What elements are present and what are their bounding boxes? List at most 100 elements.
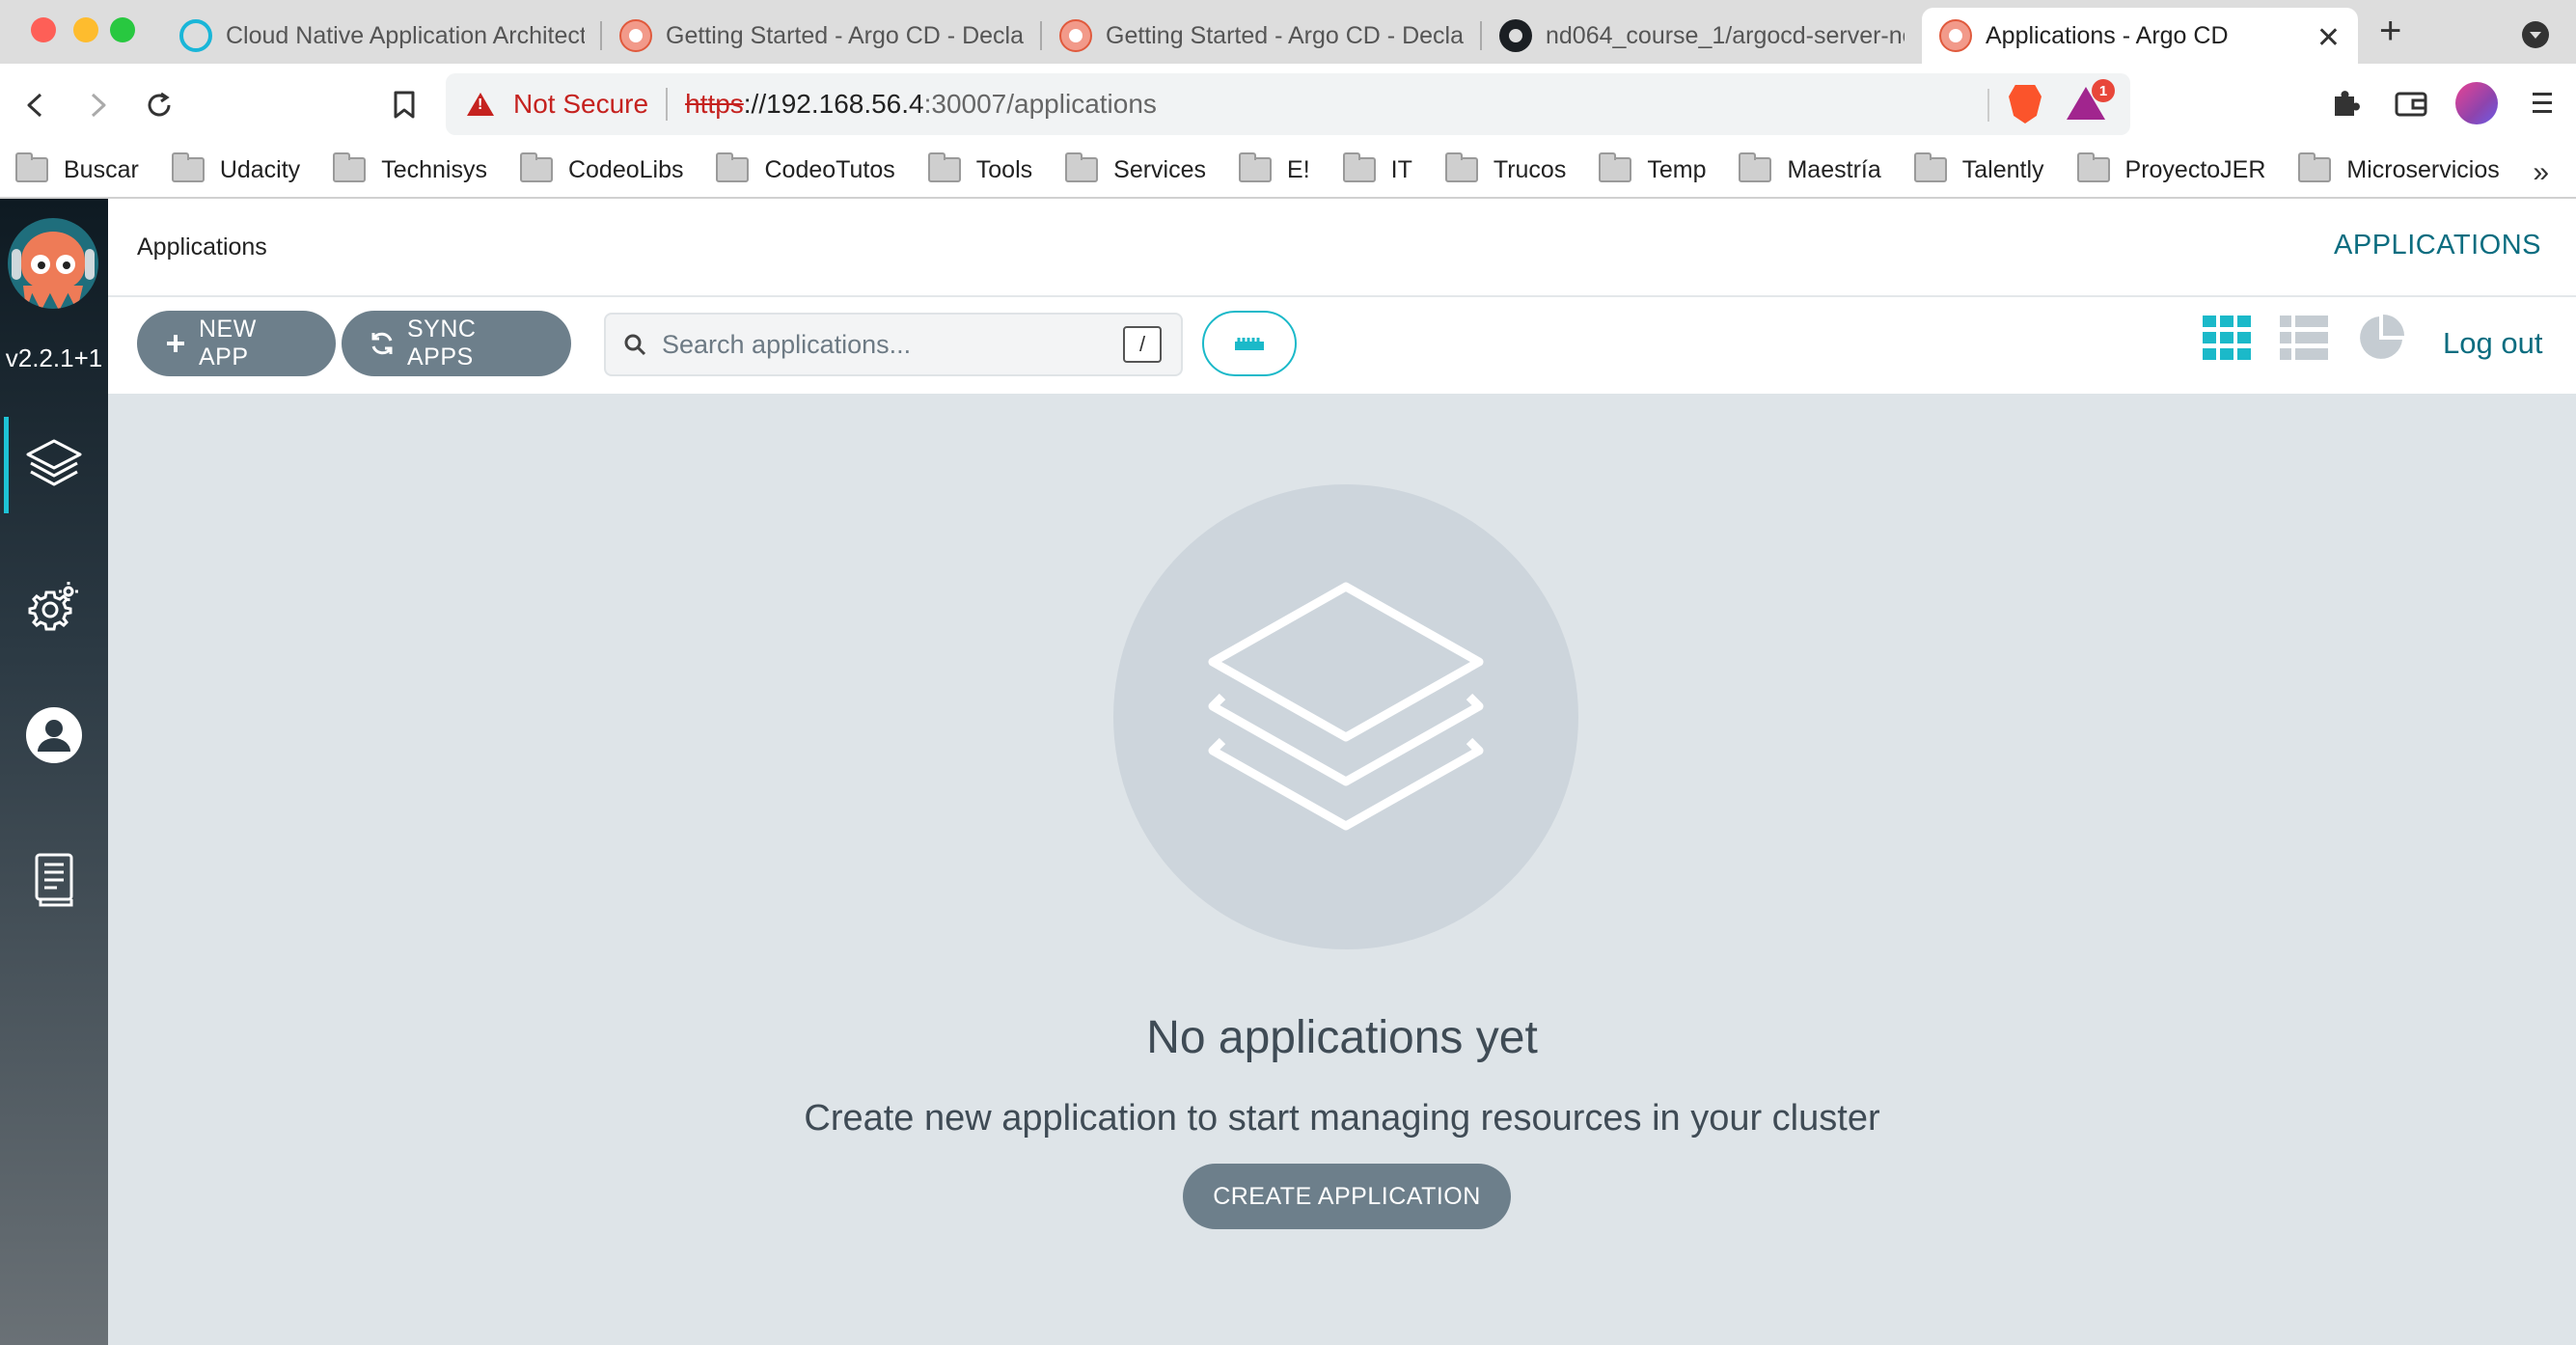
security-indicator[interactable]: Not Secure: [513, 89, 648, 120]
new-app-button[interactable]: NEW APP: [137, 311, 336, 376]
back-button[interactable]: [14, 83, 58, 127]
search-box[interactable]: /: [604, 313, 1183, 376]
bookmark-label: ProyectoJER: [2124, 155, 2266, 183]
bookmarks-overflow-button[interactable]: »: [2533, 156, 2549, 189]
address-bar[interactable]: Not Secure https://192.168.56.4:30007/ap…: [446, 73, 2130, 135]
tiles-view-button[interactable]: [2200, 311, 2254, 365]
argo-icon: [1939, 19, 1972, 52]
wallet-button[interactable]: [2389, 81, 2433, 125]
ruler-icon: [1235, 338, 1264, 350]
bookmark-folder[interactable]: Temp: [1599, 152, 1706, 184]
close-window-button[interactable]: [31, 17, 56, 42]
folder-icon: [1599, 152, 1632, 182]
bookmark-folder[interactable]: CodeoTutos: [716, 152, 895, 184]
folder-icon: [1239, 152, 1273, 182]
logout-link[interactable]: Log out: [2443, 326, 2542, 361]
folder-icon: [1065, 152, 1099, 182]
rewards-badge: 1: [2092, 79, 2115, 102]
bookmark-folder[interactable]: Udacity: [171, 152, 300, 184]
bookmark-label: Trucos: [1493, 155, 1567, 183]
url-scheme: https: [685, 89, 744, 119]
bookmark-label: E!: [1287, 155, 1310, 183]
github-icon: [1499, 19, 1532, 52]
bookmark-folder[interactable]: Microservicios: [2298, 152, 2500, 184]
brave-shields-icon[interactable]: [2009, 85, 2042, 124]
bookmark-folder[interactable]: Technisys: [333, 152, 487, 184]
bookmark-label: Services: [1113, 155, 1207, 183]
user-icon: [26, 707, 82, 763]
argo-logo[interactable]: [8, 218, 98, 309]
summary-view-button[interactable]: [2354, 311, 2408, 365]
applications-link[interactable]: APPLICATIONS: [2334, 230, 2541, 261]
zoom-window-button[interactable]: [110, 17, 135, 42]
close-tab-icon[interactable]: ✕: [2316, 21, 2341, 55]
docs-icon: [35, 853, 73, 907]
empty-state-subtitle: Create new application to start managing…: [804, 1098, 1880, 1139]
forward-icon: [91, 93, 106, 118]
bookmark-folder[interactable]: Maestría: [1739, 152, 1881, 184]
folder-icon: [716, 152, 750, 182]
folder-icon: [1739, 152, 1772, 182]
plus-icon: [164, 332, 187, 355]
minimize-window-button[interactable]: [73, 17, 98, 42]
empty-state-title: No applications yet: [1146, 1012, 1538, 1063]
bookmark-folder[interactable]: E!: [1239, 152, 1310, 184]
reload-button[interactable]: [137, 83, 181, 127]
filter-toggle-button[interactable]: [1202, 311, 1297, 376]
bookmark-label: Talently: [1961, 155, 2044, 183]
bookmark-label: Buscar: [64, 155, 139, 183]
browser-tab[interactable]: nd064_course_1/argocd-server-nodeport.ya…: [1482, 8, 1922, 64]
bookmark-folder[interactable]: Buscar: [15, 152, 139, 184]
folder-icon: [2298, 152, 2332, 182]
sidebar-item-documentation[interactable]: [0, 832, 108, 928]
extensions-button[interactable]: [2323, 81, 2368, 125]
search-shortcut-hint: /: [1123, 326, 1162, 363]
bookmark-folder[interactable]: CodeoLibs: [519, 152, 683, 184]
action-bar: NEW APP SYNC APPS / Log out: [108, 297, 2576, 394]
bookmarks-bar: Buscar Udacity Technisys CodeoLibs CodeoTuto…: [0, 143, 2576, 197]
sidebar-item-settings[interactable]: [0, 558, 108, 654]
sync-apps-button[interactable]: SYNC APPS: [342, 311, 571, 376]
bookmark-folder[interactable]: Talently: [1913, 152, 2044, 184]
browser-tab[interactable]: Cloud Native Application Architecture: [162, 8, 602, 64]
folder-icon: [1444, 152, 1478, 182]
folder-icon: [333, 152, 367, 182]
warning-icon: [467, 93, 494, 116]
bookmark-label: Tools: [975, 155, 1033, 183]
folder-icon: [1342, 152, 1376, 182]
folder-icon: [1913, 152, 1947, 182]
browser-menu-button[interactable]: [2520, 81, 2564, 125]
bookmark-icon: [394, 91, 415, 119]
sync-icon: [369, 330, 396, 357]
bookmark-folder[interactable]: IT: [1342, 152, 1412, 184]
bookmark-folder[interactable]: Tools: [927, 152, 1033, 184]
bookmark-folder[interactable]: Trucos: [1444, 152, 1567, 184]
layers-icon: [26, 439, 82, 486]
reload-icon: [148, 92, 171, 117]
browser-tab[interactable]: Getting Started - Argo CD - Declarative …: [1042, 8, 1482, 64]
browser-tab[interactable]: Getting Started - Argo CD - Declarative …: [602, 8, 1042, 64]
search-input[interactable]: [662, 329, 1086, 360]
list-view-button[interactable]: [2277, 311, 2331, 365]
sidebar: v2.2.1+1: [0, 199, 108, 1345]
create-application-button[interactable]: CREATE APPLICATION: [1183, 1164, 1511, 1229]
new-tab-button[interactable]: +: [2379, 12, 2401, 50]
bookmark-folder[interactable]: ProyectoJER: [2076, 152, 2266, 184]
list-icon: [2280, 316, 2328, 360]
sidebar-item-applications[interactable]: [0, 417, 108, 513]
bookmark-button[interactable]: [382, 83, 426, 127]
folder-icon: [519, 152, 553, 182]
browser-tab-active[interactable]: Applications - Argo CD ✕: [1922, 8, 2358, 64]
sidebar-item-user-info[interactable]: [0, 687, 108, 783]
forward-button[interactable]: [75, 83, 120, 127]
profile-button[interactable]: [2454, 81, 2499, 125]
bookmark-folder[interactable]: Services: [1065, 152, 1207, 184]
profile-avatar: [2455, 82, 2498, 124]
page-header: Applications APPLICATIONS: [108, 199, 2576, 297]
bookmark-label: CodeoTutos: [764, 155, 895, 183]
grid-icon: [2203, 316, 2251, 360]
argo-icon: [1059, 19, 1092, 52]
puzzle-icon: [2335, 91, 2360, 116]
folder-icon: [171, 152, 205, 182]
tab-search-icon[interactable]: [2522, 21, 2549, 48]
